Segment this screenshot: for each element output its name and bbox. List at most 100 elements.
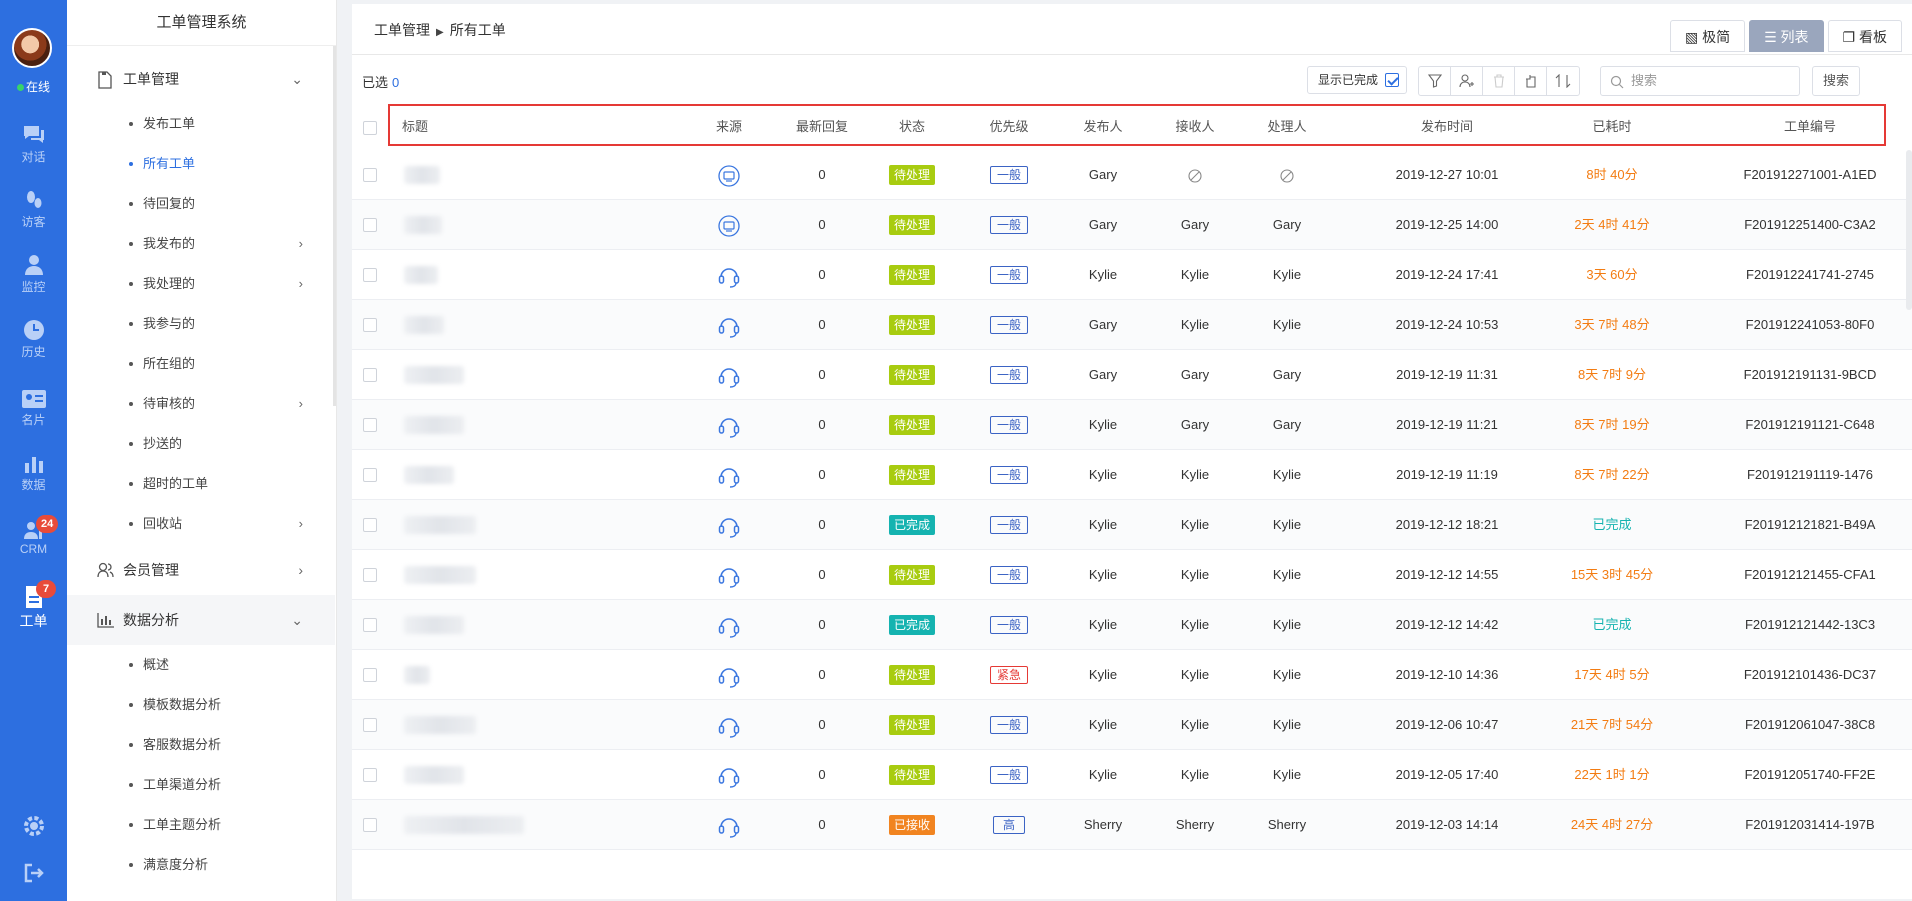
nav-group-member[interactable]: 会员管理 › bbox=[67, 545, 335, 595]
ticket-id-cell[interactable]: F201912051740-FF2E bbox=[1745, 750, 1876, 800]
table-row[interactable]: 0 待处理 一般 Kylie Kylie Kylie 2019-12-19 11:19 8天 … bbox=[352, 450, 1912, 500]
table-scrollbar[interactable] bbox=[1906, 150, 1912, 310]
ticket-title-blurred[interactable] bbox=[404, 616, 464, 634]
row-checkbox[interactable] bbox=[363, 768, 377, 782]
nav-item-my-handled[interactable]: 我处理的 › bbox=[67, 264, 335, 304]
rail-item-visitor[interactable]: 访客 bbox=[0, 189, 67, 245]
table-row[interactable]: 0 待处理 一般 Gary Gary Gary 2019-12-25 14:00 2天 4时 … bbox=[352, 200, 1912, 250]
ticket-id-cell[interactable]: F201912191131-9BCD bbox=[1744, 350, 1877, 400]
nav-item-overdue[interactable]: 超时的工单 bbox=[67, 464, 335, 504]
filter-button[interactable] bbox=[1419, 67, 1451, 95]
rail-item-ticket[interactable]: 工单 7 bbox=[0, 580, 67, 641]
table-row[interactable]: 0 待处理 一般 Kylie Gary Gary 2019-12-19 11:21 8天 7时… bbox=[352, 400, 1912, 450]
rail-item-history[interactable]: 历史 bbox=[0, 319, 67, 375]
assign-button[interactable] bbox=[1451, 67, 1483, 95]
breadcrumb-parent[interactable]: 工单管理 bbox=[374, 22, 430, 38]
nav-item-topic-analysis[interactable]: 工单主题分析 bbox=[67, 805, 335, 845]
ticket-id-cell[interactable]: F201912241741-2745 bbox=[1746, 250, 1874, 300]
ticket-id-cell[interactable]: F201912121821-B49A bbox=[1745, 500, 1876, 550]
row-checkbox[interactable] bbox=[363, 268, 377, 282]
table-row[interactable]: 0 待处理 一般 Gary Gary Gary 2019-12-19 11:31 8天 7时 … bbox=[352, 350, 1912, 400]
search-input[interactable] bbox=[1631, 73, 1791, 88]
ticket-title-blurred[interactable] bbox=[404, 816, 524, 834]
nav-item-my-group[interactable]: 所在组的 bbox=[67, 344, 335, 384]
nav-item-overview[interactable]: 概述 bbox=[67, 645, 335, 685]
nav-item-agent-analysis[interactable]: 客服数据分析 bbox=[67, 725, 335, 765]
ticket-title-blurred[interactable] bbox=[404, 716, 476, 734]
row-checkbox[interactable] bbox=[363, 718, 377, 732]
nav-item-recycle-bin[interactable]: 回收站 › bbox=[67, 504, 335, 544]
nav-item-cc[interactable]: 抄送的 bbox=[67, 424, 335, 464]
view-minimal-button[interactable]: ▧ 极简 bbox=[1669, 20, 1746, 52]
nav-item-my-published[interactable]: 我发布的 › bbox=[67, 224, 335, 264]
rail-item-card[interactable]: 名片 bbox=[0, 389, 67, 445]
nav-item-await-reply[interactable]: 待回复的 bbox=[67, 184, 335, 224]
select-all-checkbox[interactable] bbox=[363, 121, 377, 135]
table-row[interactable]: 0 待处理 一般 Kylie Kylie Kylie 2019-12-24 17:41 3天 … bbox=[352, 250, 1912, 300]
nav-item-all-tickets[interactable]: 所有工单 bbox=[67, 144, 335, 184]
row-checkbox[interactable] bbox=[363, 218, 377, 232]
table-row[interactable]: 0 已完成 一般 Kylie Kylie Kylie 2019-12-12 18:21 已完成… bbox=[352, 500, 1912, 550]
ticket-title-blurred[interactable] bbox=[404, 466, 454, 484]
nav-item-satisfaction[interactable]: 满意度分析 bbox=[67, 845, 335, 885]
row-checkbox[interactable] bbox=[363, 618, 377, 632]
sort-button[interactable] bbox=[1547, 67, 1579, 95]
ticket-title-blurred[interactable] bbox=[404, 416, 464, 434]
avatar[interactable] bbox=[12, 28, 52, 68]
nav-item-template-analysis[interactable]: 模板数据分析 bbox=[67, 685, 335, 725]
ticket-title-blurred[interactable] bbox=[404, 216, 442, 234]
ticket-id-cell[interactable]: F201912061047-38C8 bbox=[1745, 700, 1875, 750]
ticket-title-blurred[interactable] bbox=[404, 266, 438, 284]
row-checkbox[interactable] bbox=[363, 168, 377, 182]
ticket-id-cell[interactable]: F201912191121-C648 bbox=[1745, 400, 1874, 450]
table-row[interactable]: 0 待处理 一般 Kylie Kylie Kylie 2019-12-05 17:40 22天… bbox=[352, 750, 1912, 800]
ticket-id-cell[interactable]: F201912251400-C3A2 bbox=[1744, 200, 1876, 250]
ticket-title-blurred[interactable] bbox=[404, 166, 440, 184]
ticket-title-blurred[interactable] bbox=[404, 766, 464, 784]
logout-button[interactable] bbox=[0, 862, 67, 887]
ticket-id-cell[interactable]: F201912031414-197B bbox=[1745, 800, 1874, 850]
ticket-title-blurred[interactable] bbox=[404, 516, 476, 534]
ticket-id-cell[interactable]: F201912191119-1476 bbox=[1747, 450, 1873, 500]
nav-item-participated[interactable]: 我参与的 bbox=[67, 304, 335, 344]
row-checkbox[interactable] bbox=[363, 418, 377, 432]
table-row[interactable]: 0 待处理 紧急 Kylie Kylie Kylie 2019-12-10 14:36 17天… bbox=[352, 650, 1912, 700]
settings-button[interactable] bbox=[0, 815, 67, 840]
ticket-title-blurred[interactable] bbox=[404, 366, 464, 384]
row-checkbox[interactable] bbox=[363, 368, 377, 382]
ticket-id-cell[interactable]: F201912121442-13C3 bbox=[1745, 600, 1875, 650]
row-checkbox[interactable] bbox=[363, 668, 377, 682]
nav-group-ticket[interactable]: 工单管理 ⌄ bbox=[67, 54, 335, 104]
rail-item-data[interactable]: 数据 bbox=[0, 454, 67, 510]
nav-group-analysis[interactable]: 数据分析 ⌄ bbox=[67, 595, 335, 645]
table-row[interactable]: 0 已接收 高 Sherry Sherry Sherry 2019-12-03 14:14 2… bbox=[352, 800, 1912, 850]
table-row[interactable]: 0 待处理 一般 Gary 2019-12-27 10:01 8时 40分 F2019122… bbox=[352, 150, 1912, 200]
row-checkbox[interactable] bbox=[363, 468, 377, 482]
table-row[interactable]: 0 待处理 一般 Kylie Kylie Kylie 2019-12-06 10:47 21天… bbox=[352, 700, 1912, 750]
ticket-id-cell[interactable]: F201912271001-A1ED bbox=[1744, 150, 1877, 200]
rail-item-chat[interactable]: 对话 bbox=[0, 124, 67, 180]
ticket-id-cell[interactable]: F201912241053-80F0 bbox=[1746, 300, 1875, 350]
search-button[interactable]: 搜索 bbox=[1812, 66, 1861, 96]
table-row[interactable]: 0 已完成 一般 Kylie Kylie Kylie 2019-12-12 14:42 已完成… bbox=[352, 600, 1912, 650]
row-checkbox[interactable] bbox=[363, 518, 377, 532]
ticket-id-cell[interactable]: F201912101436-DC37 bbox=[1744, 650, 1876, 700]
delete-button[interactable] bbox=[1483, 67, 1515, 95]
nav-item-channel-analysis[interactable]: 工单渠道分析 bbox=[67, 765, 335, 805]
ticket-title-blurred[interactable] bbox=[404, 566, 476, 584]
rail-item-monitor[interactable]: 监控 bbox=[0, 254, 67, 310]
nav-item-publish[interactable]: 发布工单 bbox=[67, 104, 335, 144]
table-row[interactable]: 0 待处理 一般 Kylie Kylie Kylie 2019-12-12 14:55 15天… bbox=[352, 550, 1912, 600]
checkbox-checked-icon[interactable] bbox=[1385, 73, 1400, 87]
restore-button[interactable] bbox=[1515, 67, 1547, 95]
ticket-title-blurred[interactable] bbox=[404, 316, 444, 334]
show-completed-toggle[interactable]: 显示已完成 bbox=[1307, 66, 1408, 94]
ticket-id-cell[interactable]: F201912121455-CFA1 bbox=[1744, 550, 1876, 600]
table-row[interactable]: 0 待处理 一般 Gary Kylie Kylie 2019-12-24 10:53 3天 7… bbox=[352, 300, 1912, 350]
view-list-button[interactable]: ☰ 列表 bbox=[1749, 20, 1824, 52]
row-checkbox[interactable] bbox=[363, 818, 377, 832]
row-checkbox[interactable] bbox=[363, 568, 377, 582]
ticket-title-blurred[interactable] bbox=[404, 666, 430, 684]
nav-item-await-review[interactable]: 待审核的 › bbox=[67, 384, 335, 424]
rail-item-crm[interactable]: CRM 24 bbox=[0, 515, 67, 576]
